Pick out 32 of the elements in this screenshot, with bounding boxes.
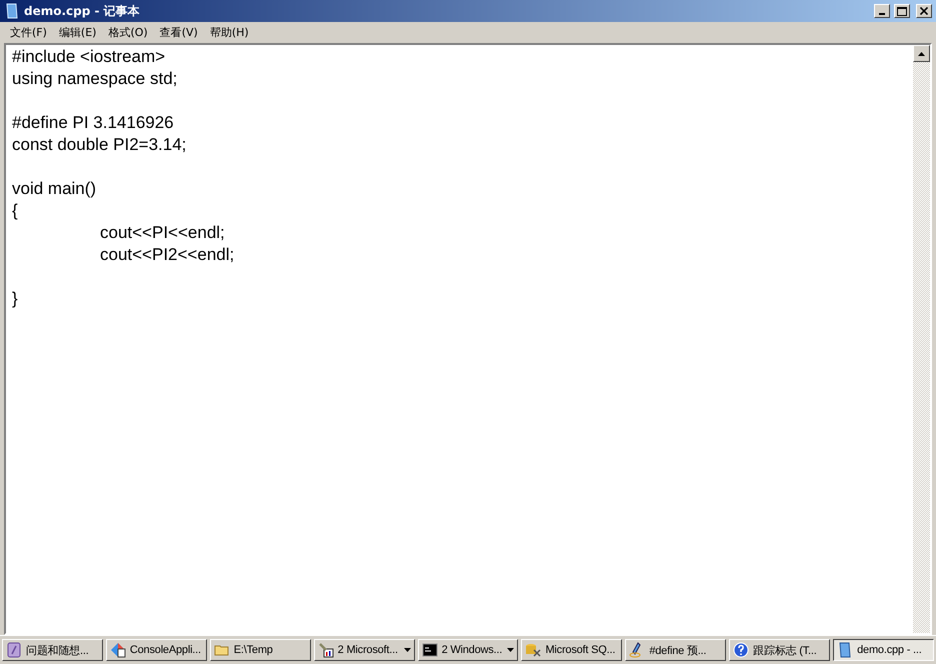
up-arrow-icon bbox=[918, 52, 925, 56]
taskbar-button[interactable]: 2 Microsoft... bbox=[314, 639, 415, 661]
editor-text: #include <iostream> using namespace std; #define PI 3.1416926 const double PI2=3.14; void main() { cout<<PI<<endl; cout<<PI2<<endl; } bbox=[11, 46, 236, 310]
text-editor[interactable]: #include <iostream> using namespace std; #define PI 3.1416926 const double PI2=3.14; void main() { cout<<PI<<endl; cout<<PI2<<endl; } bbox=[4, 43, 932, 635]
menu-item[interactable]: 文件(F) bbox=[4, 24, 53, 40]
menu-item[interactable]: 查看(V) bbox=[154, 24, 204, 40]
window-title: demo.cpp - 记事本 bbox=[24, 2, 141, 20]
taskbar-button[interactable]: #define 预... bbox=[625, 639, 726, 661]
database-icon bbox=[525, 642, 542, 658]
notepad-icon bbox=[837, 642, 854, 658]
maximize-icon bbox=[897, 6, 907, 16]
close-button[interactable] bbox=[916, 4, 932, 18]
notepad-icon bbox=[4, 3, 20, 19]
menu-item[interactable]: 编辑(E) bbox=[52, 24, 102, 40]
help-icon bbox=[733, 642, 750, 658]
menu-item[interactable]: 帮助(H) bbox=[204, 24, 255, 40]
minimize-button[interactable] bbox=[874, 4, 890, 18]
app-icon bbox=[110, 642, 126, 658]
taskbar-button[interactable]: 2 Windows... bbox=[418, 639, 518, 661]
tools-icon bbox=[318, 642, 334, 658]
taskbar-button[interactable]: 问题和随想... bbox=[2, 639, 103, 661]
scroll-up-button[interactable] bbox=[913, 45, 930, 62]
taskbar-button[interactable]: 跟踪标志 (T... bbox=[729, 639, 830, 661]
console-icon bbox=[422, 642, 438, 658]
taskbar-button[interactable]: Microsoft SQ... bbox=[521, 639, 622, 661]
taskbar-button[interactable]: ConsoleAppli... bbox=[106, 639, 207, 661]
taskbar-button[interactable]: demo.cpp - ... bbox=[833, 639, 934, 661]
maximize-button[interactable] bbox=[894, 4, 910, 18]
note-icon bbox=[6, 642, 22, 658]
taskbar-button[interactable]: E:\Temp bbox=[210, 639, 311, 661]
menu-item[interactable]: 格式(O) bbox=[102, 24, 154, 40]
close-icon bbox=[920, 7, 928, 15]
